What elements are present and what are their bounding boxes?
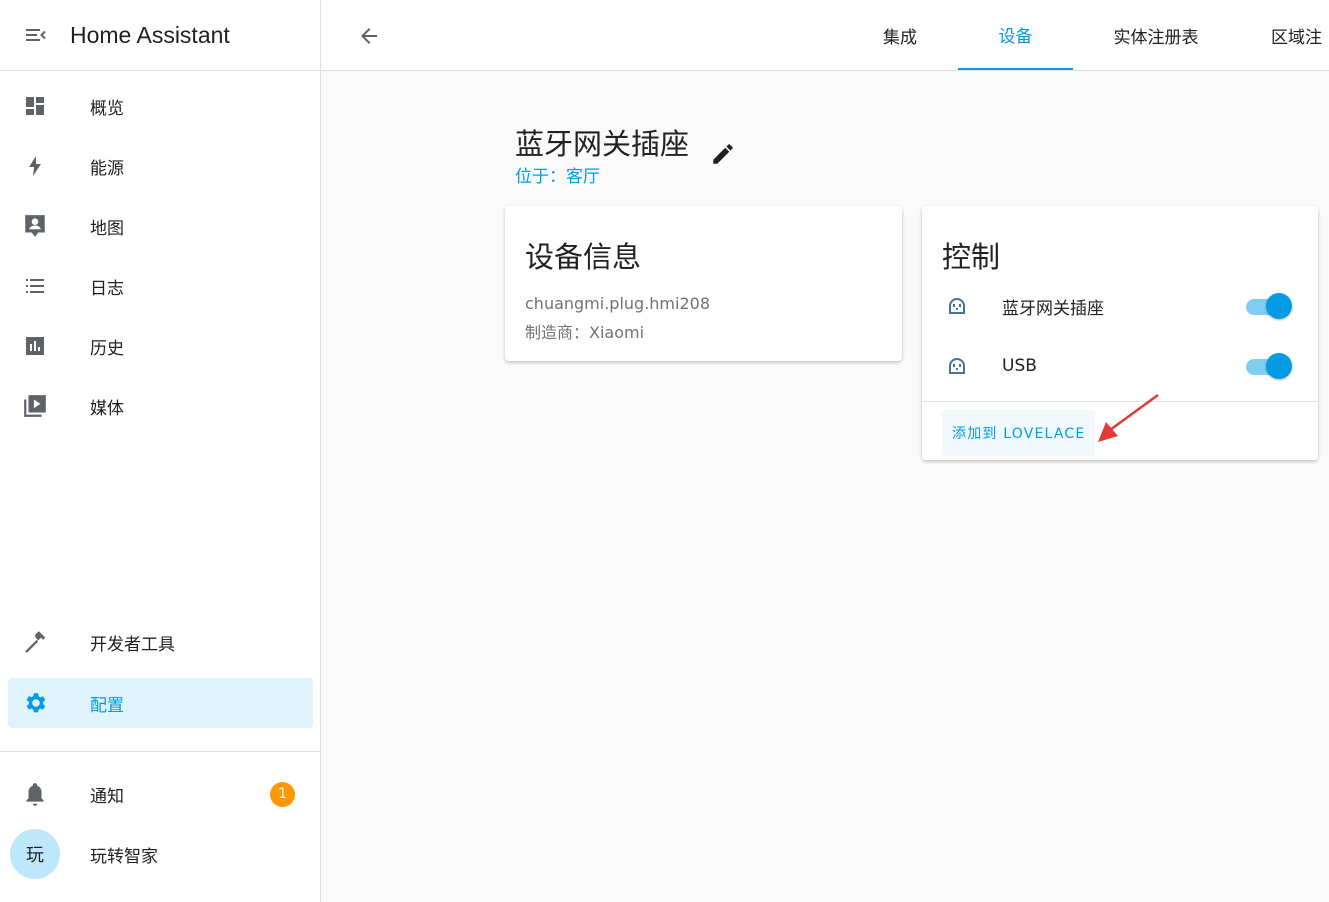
control-row-label: 蓝牙网关插座 bbox=[1002, 298, 1104, 319]
sidebar-item-label: 地图 bbox=[90, 218, 124, 239]
tab-entities[interactable]: 实体注册表 bbox=[1096, 0, 1216, 70]
media-icon bbox=[8, 393, 62, 419]
menu-collapse-icon bbox=[26, 29, 46, 41]
device-model: chuangmi.plug.hmi208 bbox=[525, 294, 710, 313]
sidebar: Home Assistant 概览 能源 地图 日志 历史 媒体 开发者工具 配… bbox=[0, 0, 321, 902]
sidebar-item-media[interactable]: 媒体 bbox=[8, 381, 313, 431]
sidebar-item-label: 能源 bbox=[90, 158, 124, 179]
gear-icon bbox=[8, 690, 62, 716]
annotation-arrow-icon bbox=[1098, 393, 1159, 442]
tab-devices[interactable]: 设备 bbox=[958, 0, 1073, 70]
sidebar-item-overview[interactable]: 概览 bbox=[8, 81, 313, 131]
sidebar-item-label: 历史 bbox=[90, 338, 124, 359]
menu-collapse-button[interactable] bbox=[0, 0, 70, 70]
sidebar-item-developer-tools[interactable]: 开发者工具 bbox=[8, 617, 313, 667]
top-bar: 集成 设备 实体注册表 区域注 bbox=[321, 0, 1329, 71]
power-socket-icon[interactable] bbox=[922, 354, 992, 378]
add-to-lovelace-button[interactable]: 添加到 LOVELACE bbox=[942, 410, 1096, 456]
back-button[interactable] bbox=[351, 18, 387, 54]
power-socket-icon[interactable] bbox=[922, 294, 992, 318]
notification-badge: 1 bbox=[270, 781, 295, 807]
sidebar-item-user[interactable]: 玩 玩转智家 bbox=[8, 829, 313, 879]
sidebar-divider bbox=[0, 751, 320, 752]
switch-thumb bbox=[1266, 353, 1292, 379]
control-row: 蓝牙网关插座 bbox=[922, 286, 1318, 326]
tab-areas[interactable]: 区域注 bbox=[1271, 0, 1329, 70]
control-row: USB bbox=[922, 346, 1318, 386]
sidebar-item-history[interactable]: 历史 bbox=[8, 321, 313, 371]
card-title: 控制 bbox=[942, 240, 1001, 274]
map-account-icon bbox=[8, 213, 62, 239]
list-icon bbox=[8, 274, 62, 298]
control-row-label: USB bbox=[1002, 356, 1037, 376]
device-info-card: 设备信息 chuangmi.plug.hmi208 制造商：Xiaomi bbox=[505, 206, 902, 361]
pencil-icon bbox=[713, 144, 733, 164]
toggle-switch[interactable] bbox=[1246, 353, 1292, 379]
toggle-switch[interactable] bbox=[1246, 293, 1292, 319]
sidebar-item-logbook[interactable]: 日志 bbox=[8, 261, 313, 311]
sidebar-item-notifications[interactable]: 通知 1 bbox=[8, 769, 313, 819]
sidebar-item-label: 日志 bbox=[90, 278, 124, 299]
hammer-icon bbox=[8, 629, 62, 655]
sidebar-item-label: 开发者工具 bbox=[90, 634, 175, 655]
avatar: 玩 bbox=[10, 829, 60, 879]
sidebar-item-config[interactable]: 配置 bbox=[8, 678, 313, 728]
sidebar-item-map[interactable]: 地图 bbox=[8, 201, 313, 251]
switch-thumb bbox=[1266, 293, 1292, 319]
sidebar-item-label: 媒体 bbox=[90, 398, 124, 419]
card-title: 设备信息 bbox=[525, 240, 642, 274]
dashboard-icon bbox=[8, 94, 62, 118]
edit-device-button[interactable] bbox=[708, 139, 738, 169]
app-title: Home Assistant bbox=[70, 21, 230, 48]
device-area-link[interactable]: 位于：客厅 bbox=[515, 162, 600, 187]
sidebar-header: Home Assistant bbox=[0, 0, 320, 71]
arrow-left-icon bbox=[361, 28, 377, 44]
tab-integrations[interactable]: 集成 bbox=[863, 0, 937, 70]
sidebar-item-label: 玩转智家 bbox=[90, 846, 158, 867]
bell-icon bbox=[8, 781, 62, 807]
lightning-icon bbox=[8, 154, 62, 178]
sidebar-item-label: 概览 bbox=[90, 98, 124, 119]
device-manufacturer: 制造商：Xiaomi bbox=[525, 323, 645, 342]
sidebar-item-label: 通知 bbox=[90, 786, 124, 807]
sidebar-item-label: 配置 bbox=[90, 695, 124, 716]
sidebar-item-energy[interactable]: 能源 bbox=[8, 141, 313, 191]
device-name: 蓝牙网关插座 bbox=[515, 127, 690, 161]
chart-icon bbox=[8, 334, 62, 358]
